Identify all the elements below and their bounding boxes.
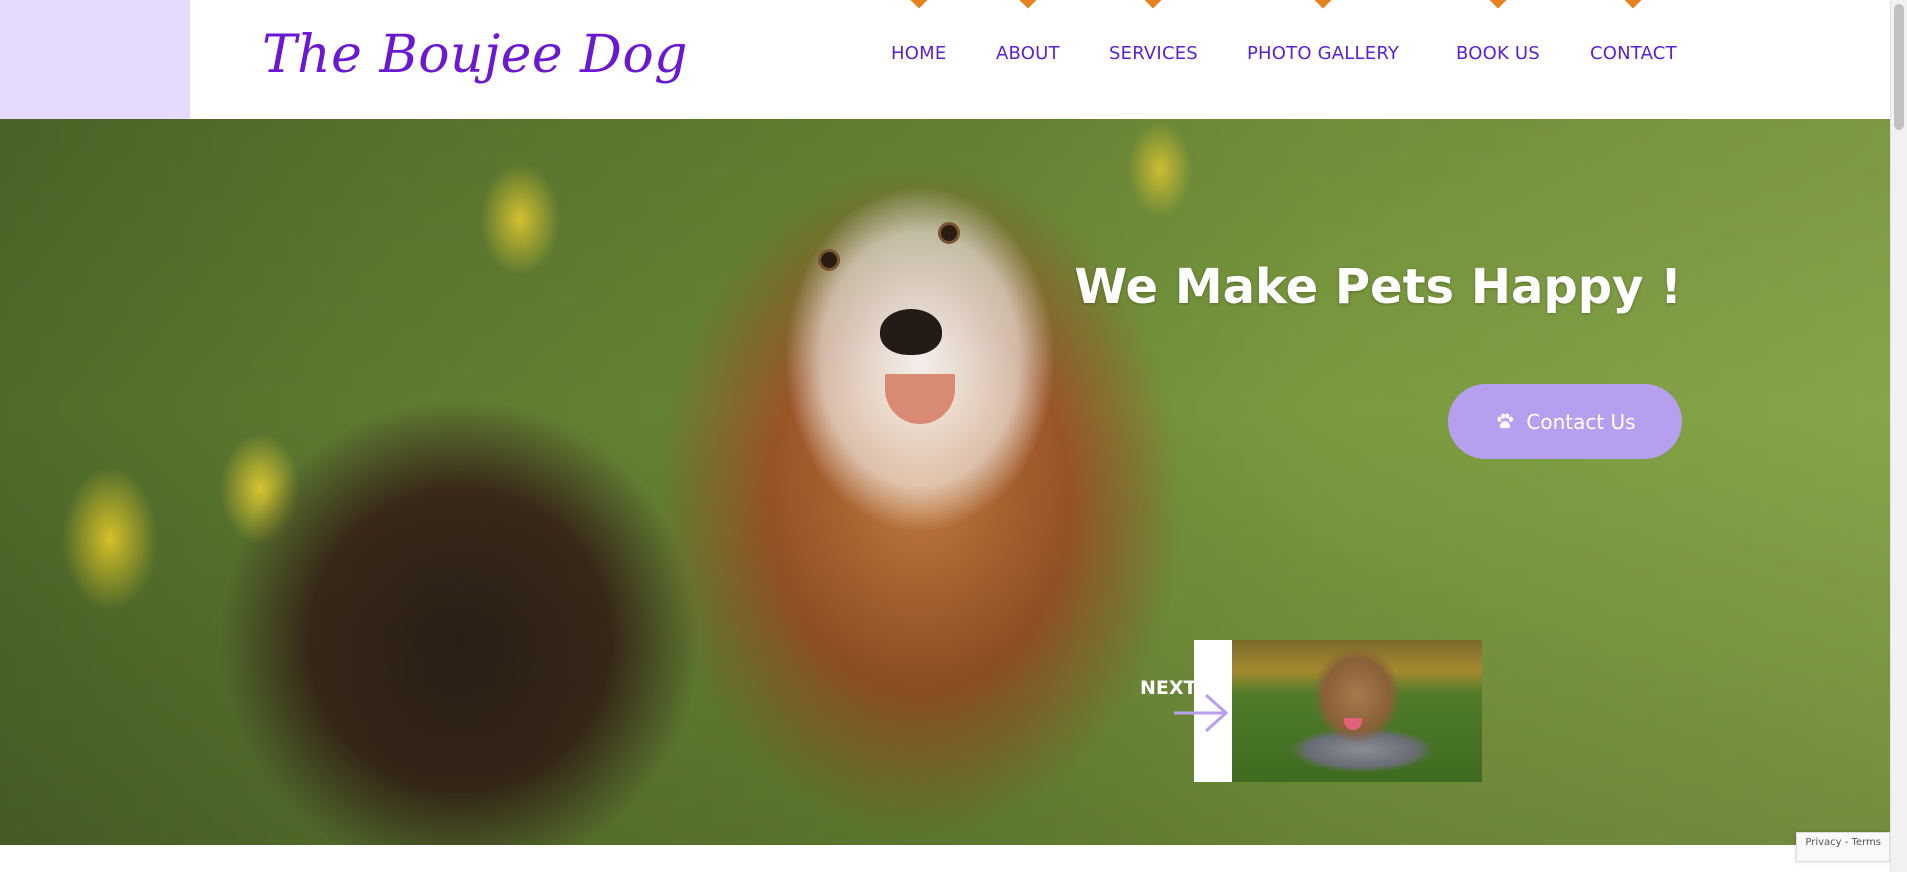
nav-item-services[interactable]: SERVICES <box>1109 0 1198 64</box>
site-header: The Boujee Dog HOME ABOUT SERVICES PHOTO… <box>0 0 1890 119</box>
next-slide-thumbnail[interactable] <box>1232 640 1482 782</box>
hero-title: We Make Pets Happy ! <box>1074 259 1682 315</box>
nav-marker-icon <box>1314 0 1332 9</box>
nav-item-book-us[interactable]: BOOK US <box>1456 0 1540 64</box>
page: The Boujee Dog HOME ABOUT SERVICES PHOTO… <box>0 0 1907 872</box>
nav-marker-icon <box>1144 0 1162 9</box>
nav-item-label: ABOUT <box>996 43 1060 64</box>
nav-item-home[interactable]: HOME <box>891 0 947 64</box>
recaptcha-text: Privacy - Terms <box>1805 837 1881 848</box>
thumbnail-dog-tongue <box>1344 718 1362 730</box>
nav-marker-icon <box>910 0 928 9</box>
page-scrollbar[interactable] <box>1890 0 1907 872</box>
nav-item-about[interactable]: ABOUT <box>996 0 1060 64</box>
nav-marker-icon <box>1019 0 1037 9</box>
arrow-right-icon[interactable] <box>1172 691 1230 735</box>
recaptcha-badge[interactable]: Privacy - Terms <box>1796 832 1890 862</box>
dog-nose <box>880 309 942 355</box>
dog-eye-left <box>818 249 840 271</box>
nav-item-label: HOME <box>891 43 947 64</box>
dog-eye-right <box>938 222 960 244</box>
nav-item-label: PHOTO GALLERY <box>1247 43 1400 64</box>
nav-item-contact[interactable]: CONTACT <box>1590 0 1677 64</box>
content-start-strip <box>0 845 1890 872</box>
nav-item-photo-gallery[interactable]: PHOTO GALLERY <box>1247 0 1400 64</box>
nav-item-label: SERVICES <box>1109 43 1198 64</box>
nav-item-label: BOOK US <box>1456 43 1540 64</box>
nav-marker-icon <box>1624 0 1642 9</box>
contact-us-button[interactable]: Contact Us <box>1448 384 1682 459</box>
scrollbar-thumb[interactable] <box>1894 4 1904 130</box>
paw-icon <box>1497 412 1514 428</box>
hero-slider: We Make Pets Happy ! Contact Us NEXT <box>0 119 1890 845</box>
contact-us-label: Contact Us <box>1526 409 1636 434</box>
nav-item-label: CONTACT <box>1590 43 1677 64</box>
nav-marker-icon <box>1489 0 1507 9</box>
main-nav: HOME ABOUT SERVICES PHOTO GALLERY BOOK U… <box>0 0 1890 119</box>
